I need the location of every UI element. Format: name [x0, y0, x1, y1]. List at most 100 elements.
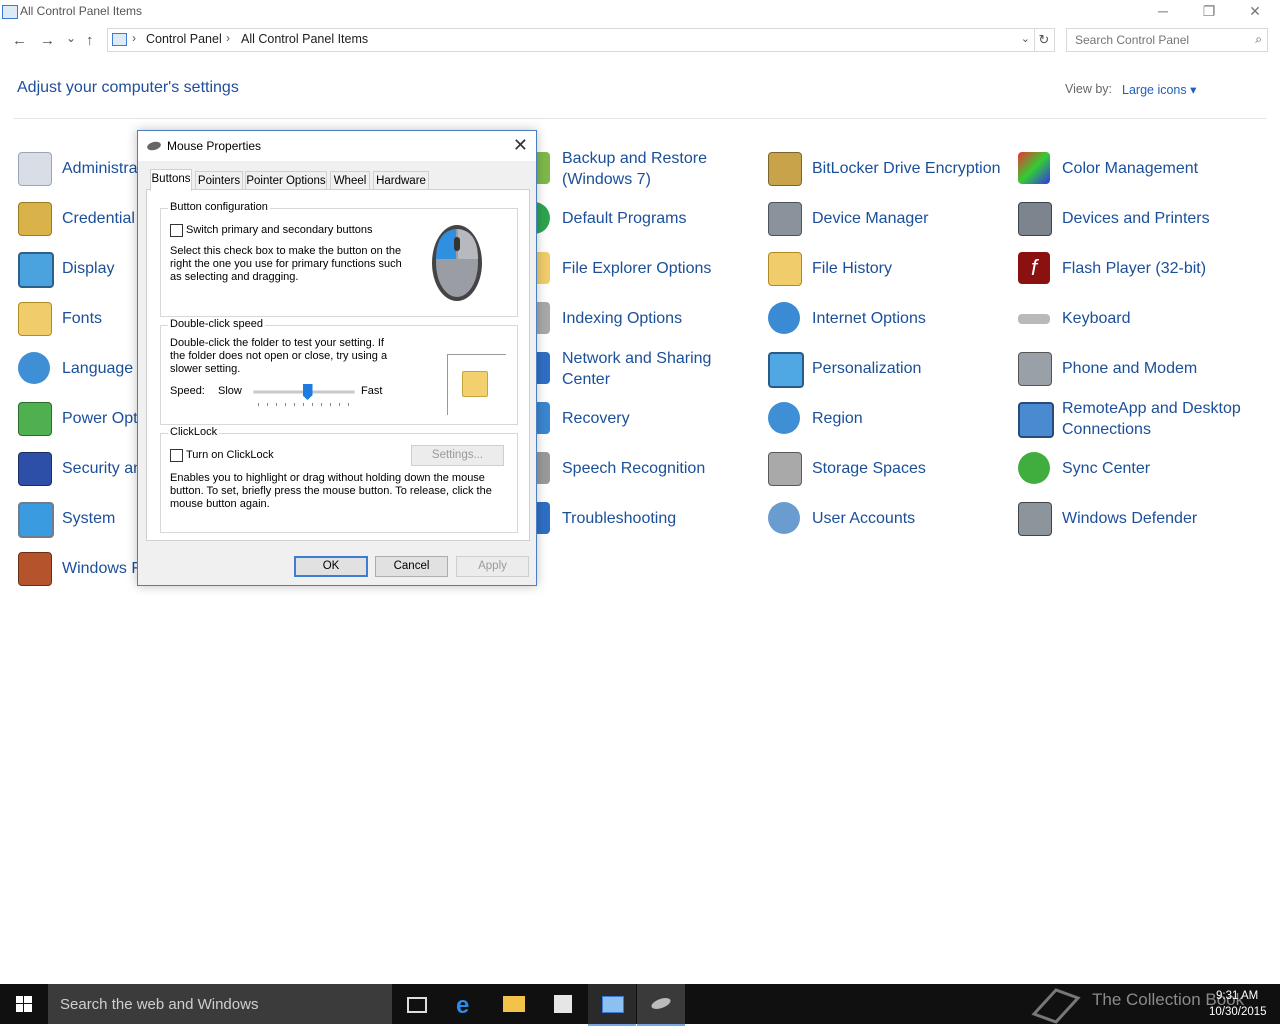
file-history-icon: [768, 252, 802, 286]
item-file-history[interactable]: File History: [768, 250, 1008, 290]
switch-buttons-checkbox[interactable]: [170, 224, 183, 237]
tab-hardware[interactable]: Hardware: [373, 171, 429, 191]
apply-button[interactable]: Apply: [456, 556, 529, 577]
security-flag-icon: [18, 452, 52, 486]
item-recovery[interactable]: Recovery: [518, 400, 758, 440]
item-internet-options[interactable]: Internet Options: [768, 300, 1008, 340]
start-button[interactable]: [0, 984, 48, 1024]
page-title: Adjust your computer's settings: [17, 79, 239, 96]
store-taskbar-button[interactable]: [539, 984, 587, 1024]
file-explorer-taskbar-button[interactable]: [490, 984, 538, 1024]
search-icon[interactable]: ⌕: [1255, 32, 1262, 47]
test-folder-icon[interactable]: [462, 371, 488, 397]
item-device-manager[interactable]: Device Manager: [768, 200, 1008, 240]
mouse-properties-taskbar-button[interactable]: [637, 984, 685, 1026]
item-storage-spaces[interactable]: Storage Spaces: [768, 450, 1008, 490]
item-devices-printers[interactable]: Devices and Printers: [1018, 200, 1258, 240]
item-file-explorer-options[interactable]: File Explorer Options: [518, 250, 758, 290]
clicklock-label[interactable]: Turn on ClickLock: [186, 449, 274, 462]
forward-button[interactable]: →: [40, 32, 55, 49]
storage-spaces-icon: [768, 452, 802, 486]
address-row: ← → ⌄ ↑ › Control Panel › All Control Pa…: [0, 26, 1280, 54]
minimize-button[interactable]: ─: [1140, 0, 1186, 24]
search-box[interactable]: ⌕: [1066, 28, 1268, 52]
view-by-dropdown[interactable]: Large icons ▾: [1122, 82, 1196, 97]
item-remoteapp[interactable]: RemoteApp and Desktop Connections: [1018, 400, 1258, 440]
item-personalization[interactable]: Personalization: [768, 350, 1008, 390]
firewall-brick-icon: [18, 552, 52, 586]
slider-tick: [267, 403, 268, 406]
language-globe-icon: [18, 352, 50, 384]
address-bar[interactable]: › Control Panel › All Control Panel Item…: [107, 28, 1035, 52]
item-label: Device Manager: [812, 210, 929, 227]
item-keyboard[interactable]: Keyboard: [1018, 300, 1258, 340]
item-flash-player[interactable]: f Flash Player (32-bit): [1018, 250, 1258, 290]
refresh-button[interactable]: ↻: [1034, 28, 1055, 52]
item-label: Backup and Restore (Windows 7): [562, 150, 707, 188]
windows-defender-icon: [1018, 502, 1052, 536]
control-panel-taskbar-button[interactable]: [588, 984, 636, 1026]
search-input[interactable]: [1073, 32, 1247, 48]
device-manager-icon: [768, 202, 802, 236]
item-region[interactable]: Region: [768, 400, 1008, 440]
breadcrumb-all-items[interactable]: All Control Panel Items: [241, 32, 368, 46]
item-backup-restore[interactable]: Backup and Restore (Windows 7): [518, 150, 758, 190]
admin-tools-icon: [18, 152, 52, 186]
item-speech-recognition[interactable]: Speech Recognition: [518, 450, 758, 490]
file-explorer-icon: [503, 996, 525, 1012]
task-view-button[interactable]: [392, 984, 440, 1024]
tab-pointer-options[interactable]: Pointer Options: [245, 171, 327, 191]
task-view-icon: [407, 997, 427, 1013]
button-config-description: Select this check box to make the button…: [170, 245, 402, 283]
tab-wheel[interactable]: Wheel: [330, 171, 370, 191]
slider-tick: [321, 403, 322, 406]
ok-button[interactable]: OK: [294, 556, 368, 577]
item-label: Devices and Printers: [1062, 210, 1210, 227]
cancel-button[interactable]: Cancel: [375, 556, 448, 577]
breadcrumb-control-panel[interactable]: Control Panel: [146, 32, 222, 46]
item-bitlocker[interactable]: BitLocker Drive Encryption: [768, 150, 1008, 190]
dialog-title-bar: Mouse Properties ✕: [138, 131, 536, 161]
item-label: Display: [62, 260, 115, 277]
slider-thumb[interactable]: [302, 384, 313, 400]
item-windows-defender[interactable]: Windows Defender: [1018, 500, 1258, 540]
item-label: Color Management: [1062, 160, 1199, 177]
power-battery-icon: [18, 402, 52, 436]
double-click-speed-slider[interactable]: [253, 384, 355, 408]
item-indexing-options[interactable]: Indexing Options: [518, 300, 758, 340]
item-default-programs[interactable]: Default Programs: [518, 200, 758, 240]
item-color-management[interactable]: Color Management: [1018, 150, 1258, 190]
slow-label: Slow: [218, 385, 242, 397]
taskbar-search-box[interactable]: Search the web and Windows: [48, 984, 392, 1024]
taskbar-search-placeholder[interactable]: Search the web and Windows: [60, 996, 258, 1013]
clock-time[interactable]: 9:31 AM: [1216, 990, 1258, 1002]
item-label: Sync Center: [1062, 460, 1151, 477]
tab-buttons[interactable]: Buttons: [150, 169, 192, 191]
clock-date[interactable]: 10/30/2015: [1209, 1006, 1267, 1018]
item-troubleshooting[interactable]: Troubleshooting: [518, 500, 758, 540]
dialog-close-button[interactable]: ✕: [513, 135, 528, 156]
edge-taskbar-button[interactable]: e: [442, 984, 490, 1024]
control-panel-icon: [112, 33, 127, 46]
address-dropdown-icon[interactable]: ⌄: [1021, 32, 1030, 45]
item-label: Speech Recognition: [562, 460, 706, 477]
recent-locations-button[interactable]: ⌄: [66, 31, 76, 45]
switch-buttons-label[interactable]: Switch primary and secondary buttons: [186, 224, 372, 237]
item-network-sharing[interactable]: Network and Sharing Center: [518, 350, 758, 390]
slider-tick: [276, 403, 277, 406]
close-button[interactable]: ✕: [1232, 0, 1278, 24]
clicklock-settings-button[interactable]: Settings...: [411, 445, 504, 466]
internet-globe-icon: [768, 302, 800, 334]
flash-player-icon: f: [1018, 252, 1050, 284]
tab-pointers[interactable]: Pointers: [195, 171, 243, 191]
up-button[interactable]: ↑: [86, 32, 94, 49]
personalization-icon: [768, 352, 804, 388]
back-button[interactable]: ←: [12, 32, 27, 49]
button-configuration-group: Button configuration Switch primary and …: [160, 201, 518, 317]
test-folder-area[interactable]: [447, 354, 506, 415]
restore-button[interactable]: ❐: [1186, 0, 1232, 24]
item-phone-modem[interactable]: Phone and Modem: [1018, 350, 1258, 390]
item-sync-center[interactable]: Sync Center: [1018, 450, 1258, 490]
item-user-accounts[interactable]: User Accounts: [768, 500, 1008, 540]
clicklock-checkbox[interactable]: [170, 449, 183, 462]
